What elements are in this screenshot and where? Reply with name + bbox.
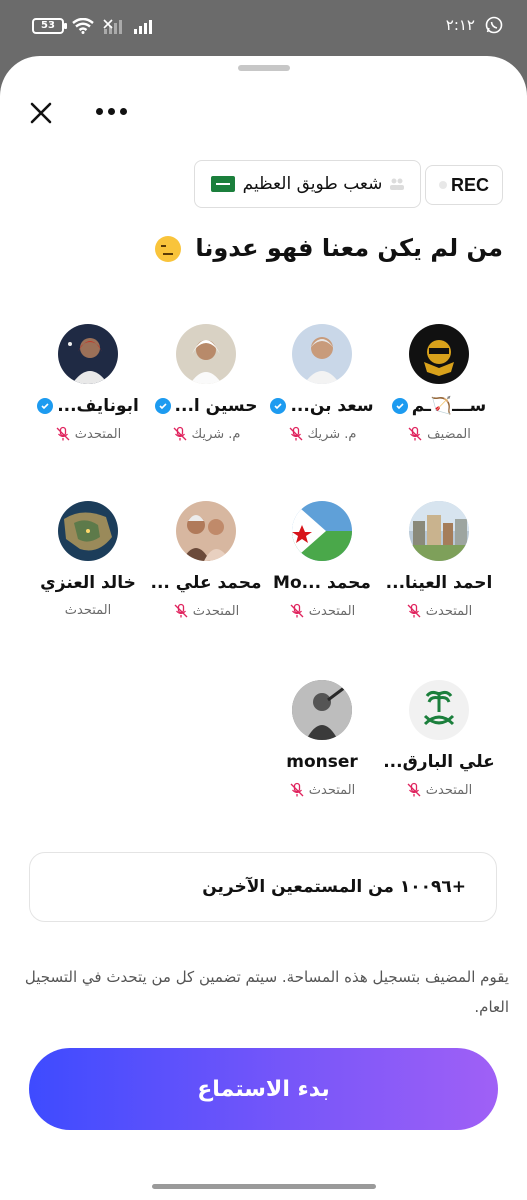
more-icon-dot xyxy=(108,108,115,115)
drag-handle[interactable] xyxy=(238,65,290,71)
speaker-card[interactable]: ابونايف... المتحدث xyxy=(28,324,148,442)
more-icon-dot xyxy=(120,108,127,115)
speaker-card[interactable]: ســـ🏹ـم المضيف xyxy=(379,324,499,442)
speaker-name: ســـ🏹ـم xyxy=(379,396,499,416)
speaker-card[interactable]: خالد العنزي المتحدث xyxy=(28,501,148,618)
mic-off-icon xyxy=(408,426,422,441)
speaker-name: خالد العنزي xyxy=(40,573,136,593)
speaker-name: monser xyxy=(286,752,358,772)
speaker-role: المتحدث xyxy=(379,782,499,798)
wifi-icon xyxy=(72,18,94,34)
mic-off-icon xyxy=(407,603,421,618)
avatar xyxy=(292,324,352,384)
avatar xyxy=(176,501,236,561)
speaker-name: علي البارق... xyxy=(383,752,495,772)
speaker-role: م. شريك xyxy=(262,426,382,442)
avatar xyxy=(409,501,469,561)
community-chip[interactable]: شعب طويق العظيم xyxy=(194,160,421,208)
more-button[interactable] xyxy=(96,108,127,115)
speaker-card[interactable]: محمد ...Mo المتحدث xyxy=(262,501,382,619)
avatar xyxy=(409,324,469,384)
saudi-flag-icon xyxy=(210,176,235,192)
raised-eyebrow-emoji-icon xyxy=(154,236,181,262)
home-indicator[interactable] xyxy=(152,1184,376,1189)
verified-badge-icon xyxy=(154,398,171,414)
signal-icon xyxy=(134,20,152,34)
mic-off-icon xyxy=(407,782,421,797)
start-listening-button[interactable]: بدء الاستماع xyxy=(29,1048,498,1130)
speaker-role: المتحدث xyxy=(379,603,499,619)
status-bar: 53 ٢:١٢ xyxy=(0,0,527,56)
speaker-name: احمد العينا... xyxy=(385,573,493,593)
signal-off-icon xyxy=(103,19,122,34)
mic-off-icon xyxy=(56,426,70,441)
speaker-card[interactable]: احمد العينا... المتحدث xyxy=(379,501,499,619)
whatsapp-icon xyxy=(485,16,503,34)
status-time: ٢:١٢ xyxy=(445,16,475,34)
speaker-role: المتحدث xyxy=(262,603,382,619)
rec-badge: REC xyxy=(425,165,503,205)
verified-badge-icon xyxy=(391,398,408,414)
mic-off-icon xyxy=(173,426,186,441)
speaker-role: المضيف xyxy=(379,426,499,442)
mic-off-icon xyxy=(290,603,304,618)
space-sheet: REC شعب طويق العظيم من لم يكن معنا فهو ع… xyxy=(0,56,527,1200)
mic-off-icon xyxy=(174,603,188,618)
speaker-card[interactable]: محمد علي ... المتحدث xyxy=(146,501,266,619)
speaker-role: م. شريك xyxy=(146,426,266,442)
avatar xyxy=(176,324,236,384)
recording-notice: يقوم المضيف بتسجيل هذه المساحة. سيتم تضم… xyxy=(24,968,509,1016)
speaker-role: المتحدث xyxy=(28,426,148,442)
listeners-count-box[interactable]: +١٠٠٩٦ من المستمعين الآخرين xyxy=(29,852,497,922)
speaker-name: سعد بن... xyxy=(262,396,382,416)
speaker-card[interactable]: حسين ا... م. شريك xyxy=(146,324,266,442)
speaker-role: المتحدث xyxy=(64,603,112,618)
community-label: شعب طويق العظيم xyxy=(242,174,383,194)
speaker-name: ابونايف... xyxy=(28,396,148,416)
speaker-name: حسين ا... xyxy=(146,396,266,416)
speaker-name: محمد ...Mo xyxy=(273,573,371,593)
verified-badge-icon xyxy=(37,398,54,414)
speaker-card[interactable]: monser المتحدث xyxy=(262,680,382,798)
rec-dot-icon xyxy=(438,181,447,189)
people-icon xyxy=(390,178,405,190)
space-title: من لم يكن معنا فهو عدونا xyxy=(22,234,503,262)
mic-off-icon xyxy=(290,782,304,797)
battery-level: 53 xyxy=(41,20,55,31)
close-icon xyxy=(30,102,52,124)
space-title-text: من لم يكن معنا فهو عدونا xyxy=(195,234,503,262)
battery-icon: 53 xyxy=(32,18,67,34)
avatar xyxy=(409,680,469,740)
rec-label: REC xyxy=(450,174,489,195)
start-listening-label: بدء الاستماع xyxy=(197,1076,330,1102)
more-icon-dot xyxy=(96,108,103,115)
avatar xyxy=(58,324,118,384)
avatar xyxy=(292,680,352,740)
close-button[interactable] xyxy=(26,98,56,128)
speaker-name: محمد علي ... xyxy=(150,573,262,593)
speaker-card[interactable]: سعد بن... م. شريك xyxy=(262,324,382,442)
verified-badge-icon xyxy=(270,398,287,414)
speaker-card[interactable]: علي البارق... المتحدث xyxy=(379,680,499,798)
avatar xyxy=(292,501,352,561)
listeners-count-label: +١٠٠٩٦ من المستمعين الآخرين xyxy=(202,877,466,897)
speaker-role: المتحدث xyxy=(262,782,382,798)
mic-off-icon xyxy=(289,426,302,441)
avatar xyxy=(58,501,118,561)
speaker-role: المتحدث xyxy=(146,603,266,619)
